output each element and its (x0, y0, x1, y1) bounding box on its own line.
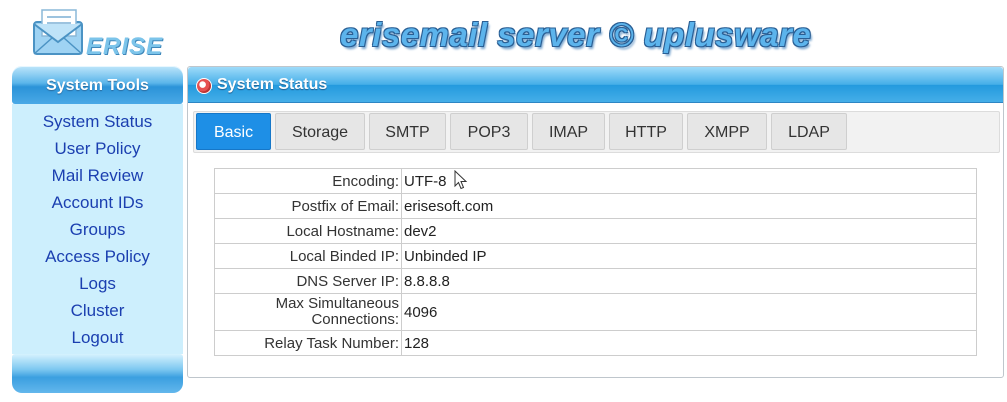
system-status-panel: System Status Basic Storage SMTP POP3 IM… (187, 66, 1004, 378)
row-label: DNS Server IP: (214, 268, 402, 294)
tab-imap[interactable]: IMAP (532, 113, 605, 150)
table-row: Local Hostname: dev2 (214, 218, 977, 244)
sidebar-header: System Tools (12, 66, 183, 104)
tab-basic[interactable]: Basic (196, 113, 271, 150)
row-value: 4096 (401, 293, 977, 331)
status-icon (196, 78, 212, 94)
row-label: Postfix of Email: (214, 193, 402, 219)
tab-bar: Basic Storage SMTP POP3 IMAP HTTP XMPP L… (193, 111, 1000, 153)
row-label: Local Hostname: (214, 218, 402, 244)
row-value: 128 (401, 330, 977, 356)
sidebar-item-logs[interactable]: Logs (12, 270, 183, 297)
table-row: Postfix of Email: erisesoft.com (214, 193, 977, 219)
status-table: Encoding: UTF-8 Postfix of Email: erises… (214, 168, 977, 356)
sidebar-item-user-policy[interactable]: User Policy (12, 135, 183, 162)
row-label: Relay Task Number: (214, 330, 402, 356)
row-value: erisesoft.com (401, 193, 977, 219)
sidebar-item-logout[interactable]: Logout (12, 324, 183, 351)
site-title: erisemail server © uplusware (340, 16, 812, 53)
table-row: Max Simultaneous Connections: 4096 (214, 293, 977, 331)
row-label: Max Simultaneous Connections: (214, 293, 402, 331)
row-label: Encoding: (214, 168, 402, 194)
sidebar: System Tools System Status User Policy M… (12, 66, 183, 393)
sidebar-item-mail-review[interactable]: Mail Review (12, 162, 183, 189)
sidebar-footer (12, 354, 183, 393)
tab-xmpp[interactable]: XMPP (687, 113, 767, 150)
tab-http[interactable]: HTTP (609, 113, 683, 150)
table-row: Local Binded IP: Unbinded IP (214, 243, 977, 269)
sidebar-item-cluster[interactable]: Cluster (12, 297, 183, 324)
sidebar-nav: System Status User Policy Mail Review Ac… (12, 104, 183, 354)
panel-title: System Status (217, 76, 328, 93)
sidebar-item-groups[interactable]: Groups (12, 216, 183, 243)
tab-pop3[interactable]: POP3 (450, 113, 528, 150)
tab-smtp[interactable]: SMTP (369, 113, 446, 150)
sidebar-item-account-ids[interactable]: Account IDs (12, 189, 183, 216)
logo-text: ERISE (86, 33, 164, 60)
mouse-cursor-icon (454, 170, 468, 190)
panel-header: System Status (188, 67, 1003, 103)
erise-logo: ERISE (30, 6, 170, 60)
envelope-icon (33, 9, 83, 55)
row-value: 8.8.8.8 (401, 268, 977, 294)
table-row: DNS Server IP: 8.8.8.8 (214, 268, 977, 294)
sidebar-item-system-status[interactable]: System Status (12, 108, 183, 135)
sidebar-title: System Tools (46, 77, 149, 94)
tab-ldap[interactable]: LDAP (771, 113, 847, 150)
row-label: Local Binded IP: (214, 243, 402, 269)
row-value: Unbinded IP (401, 243, 977, 269)
tab-storage[interactable]: Storage (275, 113, 365, 150)
table-row: Relay Task Number: 128 (214, 330, 977, 356)
row-value: dev2 (401, 218, 977, 244)
row-value: UTF-8 (401, 168, 977, 194)
sidebar-item-access-policy[interactable]: Access Policy (12, 243, 183, 270)
table-row: Encoding: UTF-8 (214, 168, 977, 194)
